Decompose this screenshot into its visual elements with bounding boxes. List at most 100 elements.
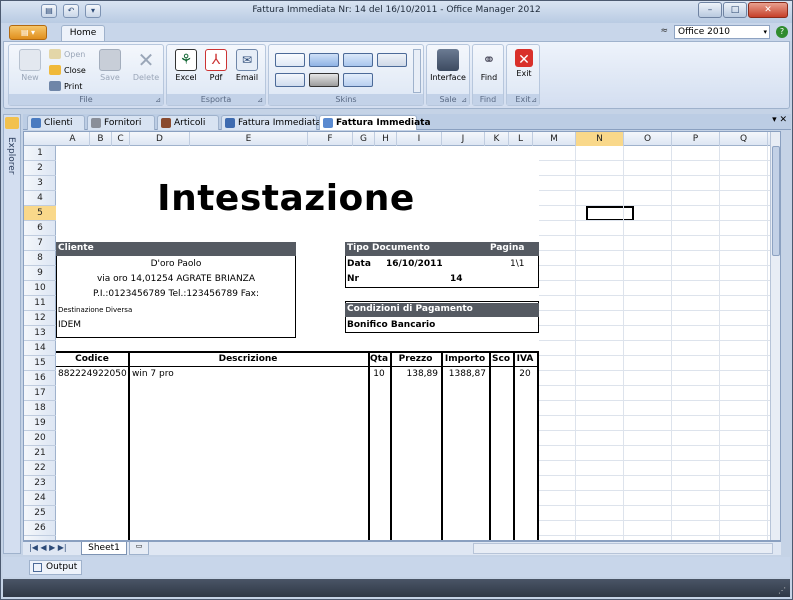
row-header-14[interactable]: 14	[24, 341, 56, 356]
collapse-ribbon-icon[interactable]: ≈	[660, 26, 668, 36]
column-header-i[interactable]: I	[397, 132, 442, 146]
cell-grid[interactable]: Intestazione Cliente D'oro Paolo via oro…	[56, 146, 780, 540]
tab-fattura-immediata-1[interactable]: Fattura Immediata	[221, 115, 321, 130]
close-doc-button[interactable]: Close	[49, 65, 86, 75]
open-button[interactable]: Open	[49, 49, 85, 59]
row-header-16[interactable]: 16	[24, 371, 56, 386]
vertical-scroll-thumb[interactable]	[772, 146, 780, 256]
cliente-piva[interactable]: P.I.:0123456789 Tel.:123456789 Fax:	[56, 287, 296, 302]
destinazione-value[interactable]: IDEM	[58, 318, 81, 333]
output-tab[interactable]: Output	[29, 560, 83, 575]
close-button[interactable]: ✕	[748, 2, 788, 18]
cliente-address[interactable]: via oro 14,01254 AGRATE BRIANZA	[56, 272, 296, 287]
exit-button[interactable]: ✕ Exit	[505, 49, 543, 78]
line1-qta[interactable]: 10	[368, 367, 390, 382]
skin-swatch-6[interactable]	[309, 73, 339, 87]
skin-swatch-5[interactable]	[275, 73, 305, 87]
row-header-25[interactable]: 25	[24, 506, 56, 521]
selected-cell[interactable]	[586, 206, 634, 221]
column-header-d[interactable]: D	[130, 132, 190, 146]
row-header-12[interactable]: 12	[24, 311, 56, 326]
line1-prezzo[interactable]: 138,89	[390, 367, 439, 382]
help-icon[interactable]: ?	[776, 26, 788, 38]
tab-fornitori[interactable]: Fornitori	[87, 115, 155, 130]
vertical-scrollbar[interactable]	[770, 132, 780, 540]
column-header-q[interactable]: Q	[720, 132, 768, 146]
column-header-e[interactable]: E	[190, 132, 308, 146]
row-header-22[interactable]: 22	[24, 461, 56, 476]
minimize-button[interactable]: –	[698, 2, 722, 18]
skin-swatch-1[interactable]	[275, 53, 305, 67]
save-button[interactable]: Save	[91, 49, 129, 82]
row-header-3[interactable]: 3	[24, 176, 56, 191]
row-header-21[interactable]: 21	[24, 446, 56, 461]
delete-button[interactable]: ✕ Delete	[127, 49, 165, 82]
new-sheet-icon[interactable]: ▭	[129, 542, 149, 555]
line1-descrizione[interactable]: win 7 pro	[132, 367, 174, 382]
skins-gallery-scroll[interactable]	[413, 49, 421, 93]
cliente-name[interactable]: D'oro Paolo	[56, 257, 296, 272]
row-header-20[interactable]: 20	[24, 431, 56, 446]
row-header-8[interactable]: 8	[24, 251, 56, 266]
spreadsheet[interactable]: ABCDEFGHIJKLMNOPQ 1 2 3 4 5 6 7 8 9 10 11 12 13 14 15 1…	[23, 131, 781, 541]
row-header-7[interactable]: 7	[24, 236, 56, 251]
row-header-1[interactable]: 1	[24, 146, 56, 161]
print-button[interactable]: Print	[49, 81, 82, 91]
skin-swatch-4[interactable]	[377, 53, 407, 67]
find-button[interactable]: ⚭ Find	[470, 49, 508, 82]
column-header-p[interactable]: P	[672, 132, 720, 146]
column-header-o[interactable]: O	[624, 132, 672, 146]
skin-swatch-2[interactable]	[309, 53, 339, 67]
row-header-11[interactable]: 11	[24, 296, 56, 311]
tab-clienti[interactable]: Clienti	[27, 115, 85, 130]
column-header-b[interactable]: B	[90, 132, 112, 146]
row-header-19[interactable]: 19	[24, 416, 56, 431]
row-header-24[interactable]: 24	[24, 491, 56, 506]
row-header-6[interactable]: 6	[24, 221, 56, 236]
column-header-l[interactable]: L	[509, 132, 533, 146]
interface-button[interactable]: Interface	[429, 49, 467, 82]
row-header-17[interactable]: 17	[24, 386, 56, 401]
new-button[interactable]: New	[11, 49, 49, 82]
column-header-j[interactable]: J	[442, 132, 485, 146]
line1-iva[interactable]: 20	[513, 367, 537, 382]
row-header-13[interactable]: 13	[24, 326, 56, 341]
skin-swatch-3[interactable]	[343, 53, 373, 67]
explorer-panel[interactable]: Explorer	[3, 114, 21, 554]
row-header-23[interactable]: 23	[24, 476, 56, 491]
pagina-value[interactable]: 1\1	[510, 257, 524, 272]
column-header-f[interactable]: F	[308, 132, 353, 146]
tab-fattura-immediata-2[interactable]: Fattura Immediata	[319, 115, 431, 130]
file-dialog-launcher-icon[interactable]: ⊿	[155, 96, 161, 104]
column-header-m[interactable]: M	[533, 132, 576, 146]
application-button[interactable]: ▤ ▾	[9, 25, 47, 40]
pin-icon[interactable]	[5, 117, 19, 129]
sheet-tab-sheet1[interactable]: Sheet1	[81, 542, 127, 555]
column-header-g[interactable]: G	[353, 132, 375, 146]
column-header-n[interactable]: N	[576, 132, 624, 146]
row-header-15[interactable]: 15	[24, 356, 56, 371]
data-value[interactable]: 16/10/2011	[386, 257, 443, 272]
column-header-c[interactable]: C	[112, 132, 130, 146]
esporta-dialog-launcher-icon[interactable]: ⊿	[257, 96, 263, 104]
line1-codice[interactable]: 882224922050	[58, 367, 127, 382]
row-header-5[interactable]: 5	[24, 206, 56, 221]
skin-select[interactable]: Office 2010 ▾	[674, 25, 770, 39]
horizontal-scrollbar[interactable]	[473, 543, 773, 554]
email-button[interactable]: ✉ Email	[228, 49, 266, 82]
tab-list-close-icon[interactable]: ▾ ✕	[772, 115, 787, 125]
tab-home[interactable]: Home	[61, 25, 105, 41]
skin-swatch-7[interactable]	[343, 73, 373, 87]
nr-value[interactable]: 14	[450, 272, 463, 287]
row-header-10[interactable]: 10	[24, 281, 56, 296]
row-header-4[interactable]: 4	[24, 191, 56, 206]
row-header-9[interactable]: 9	[24, 266, 56, 281]
condizioni-value[interactable]: Bonifico Bancario	[347, 318, 435, 333]
line1-importo[interactable]: 1388,87	[441, 367, 486, 382]
tab-articoli[interactable]: Articoli	[157, 115, 219, 130]
column-header-a[interactable]: A	[56, 132, 90, 146]
sale-dialog-launcher-icon[interactable]: ⊿	[461, 96, 467, 104]
column-header-k[interactable]: K	[485, 132, 509, 146]
row-header-2[interactable]: 2	[24, 161, 56, 176]
maximize-button[interactable]: □	[723, 2, 747, 18]
